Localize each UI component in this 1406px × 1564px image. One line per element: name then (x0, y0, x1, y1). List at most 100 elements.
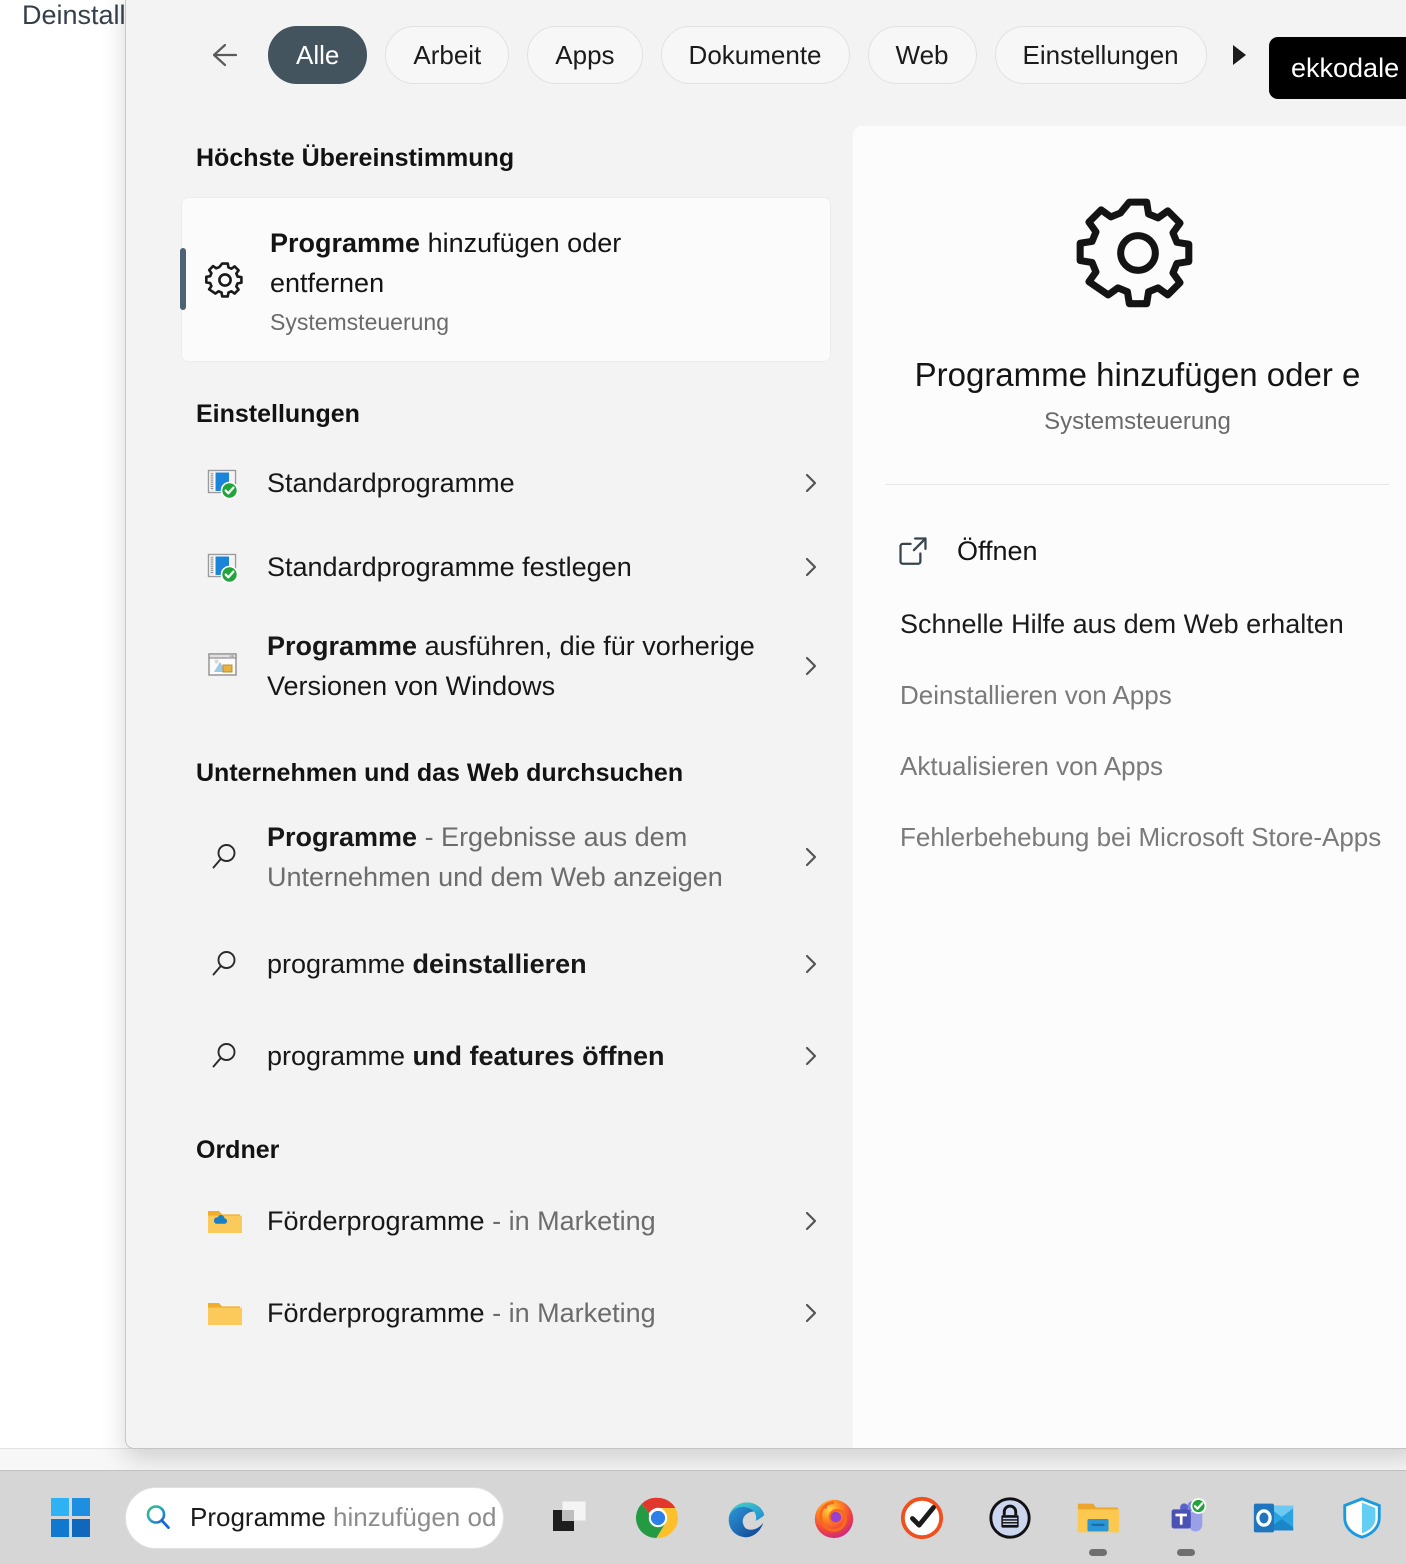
settings-row-standardprogramme[interactable]: Standardprogramme (181, 447, 831, 519)
taskbar-app-file-explorer[interactable] (1054, 1478, 1142, 1558)
best-match-text: Programme hinzufügen oder entfernen Syst… (268, 223, 670, 336)
web-row-label: programme deinstallieren (267, 944, 791, 984)
taskbar-app-task-view[interactable] (526, 1478, 614, 1558)
chevron-right-icon-wrap (791, 654, 831, 678)
help-heading: Schnelle Hilfe aus dem Web erhalten (900, 609, 1344, 639)
best-match-title: Programme hinzufügen oder entfernen (270, 223, 670, 303)
taskbar-app-todo-check[interactable] (878, 1478, 966, 1558)
help-link-update-apps[interactable]: Aktualisieren von Apps (900, 751, 1406, 782)
tab-web[interactable]: Web (867, 26, 977, 84)
folder-icon-wrap (181, 1296, 267, 1330)
chevron-right-icon-wrap (791, 845, 831, 869)
best-match-subtitle: Systemsteuerung (270, 309, 449, 335)
folder-row-name: Förderprogramme (267, 1298, 485, 1328)
taskbar-app-google-chrome[interactable] (614, 1478, 702, 1558)
taskbar-app-security-shield[interactable] (1318, 1478, 1406, 1558)
folder-row-name: Förderprogramme (267, 1206, 485, 1236)
todo-check-icon (900, 1496, 944, 1539)
web-row-label-bold: deinstallieren (412, 949, 587, 979)
start-button[interactable] (47, 1494, 95, 1542)
search-filter-header: Alle Arbeit Apps Dokumente Web Einstellu… (126, 0, 1406, 110)
taskbar-app-microsoft-edge[interactable] (702, 1478, 790, 1558)
back-button[interactable] (198, 31, 246, 79)
settings-row-compatibility[interactable]: Programme ausführen, die für vorherige V… (181, 617, 831, 715)
best-match-card[interactable]: Programme hinzufügen oder entfernen Syst… (180, 197, 831, 362)
chevron-right-icon-wrap (791, 1044, 831, 1068)
mozilla-firefox-icon (814, 1499, 854, 1538)
preview-panel: Programme hinzufügen oder e Systemsteuer… (853, 126, 1406, 1448)
settings-row-standardprogramme-festlegen[interactable]: Standardprogramme festlegen (181, 531, 831, 603)
taskbar-app-list (526, 1478, 1406, 1558)
tab-arbeit[interactable]: Arbeit (385, 26, 510, 84)
taskbar-app-keepass[interactable] (966, 1478, 1054, 1558)
settings-row-label: Standardprogramme (267, 468, 515, 498)
selection-indicator (180, 248, 186, 310)
search-icon (212, 844, 236, 869)
taskbar-search-box[interactable]: Programme hinzufügen od (125, 1486, 504, 1549)
folder-row-label: Förderprogramme - in Marketing (267, 1293, 791, 1333)
tab-alle[interactable]: Alle (268, 26, 368, 84)
preview-subtitle: Systemsteuerung (1044, 408, 1231, 435)
folder-row-foerderprogramme[interactable]: Förderprogramme - in Marketing (181, 1277, 831, 1349)
file-explorer-icon (1077, 1503, 1120, 1532)
web-row-label: Programme - Ergebnisse aus dem Unternehm… (267, 817, 791, 897)
microsoft-edge-icon (728, 1502, 765, 1537)
search-icon-wrap (181, 840, 267, 874)
filter-tabs: Alle Arbeit Apps Dokumente Web Einstellu… (268, 26, 1207, 84)
keepass-icon (989, 1496, 1031, 1539)
folder-onedrive-icon (208, 1211, 242, 1233)
tab-einstellungen[interactable]: Einstellungen (994, 26, 1207, 84)
search-flyout: Alle Arbeit Apps Dokumente Web Einstellu… (125, 0, 1406, 1449)
search-typed-text: Programme (190, 1502, 326, 1532)
background-window-statusbar (0, 1448, 1406, 1470)
more-tabs-button[interactable] (1217, 33, 1261, 77)
web-row-programme-features[interactable]: programme und features öffnen (181, 1020, 831, 1092)
web-row-programme-results[interactable]: Programme - Ergebnisse aus dem Unternehm… (181, 808, 831, 906)
web-row-label-bold: Programme (267, 822, 418, 852)
external-link-icon-wrap (883, 534, 943, 568)
google-chrome-icon (635, 1497, 679, 1538)
taskbar-app-microsoft-outlook[interactable] (1230, 1478, 1318, 1558)
section-title-folders: Ordner (196, 1136, 280, 1164)
chevron-right-icon (805, 847, 817, 867)
tab-apps[interactable]: Apps (527, 26, 643, 84)
best-match-icon-wrap (182, 259, 268, 301)
external-link-icon (899, 537, 927, 565)
chevron-right-icon-wrap (791, 952, 831, 976)
taskbar-app-microsoft-teams[interactable] (1142, 1478, 1230, 1558)
chevron-right-icon-wrap (791, 555, 831, 579)
chevron-right-icon (805, 1211, 817, 1231)
folder-row-location: - in Marketing (484, 1298, 656, 1328)
organization-badge: ekkodale Gm (1269, 37, 1406, 99)
web-row-label-plain: programme (267, 1041, 413, 1071)
search-icon (146, 1504, 170, 1529)
windows-start-icon (51, 1497, 90, 1537)
default-programs-icon (207, 469, 239, 500)
taskbar-app-mozilla-firefox[interactable] (790, 1478, 878, 1558)
settings-row-label-bold: Programme (267, 631, 418, 661)
preview-divider (886, 484, 1389, 485)
help-link-troubleshoot-store-apps[interactable]: Fehlerbehebung bei Microsoft Store-Apps (900, 822, 1406, 853)
web-row-label-bold: und features öffnen (412, 1041, 665, 1071)
chevron-right-icon (805, 1046, 817, 1066)
gear-icon (1076, 198, 1192, 308)
web-row-label: programme und features öffnen (267, 1036, 791, 1076)
tab-dokumente[interactable]: Dokumente (660, 26, 850, 84)
section-title-best-match: Höchste Übereinstimmung (196, 144, 515, 172)
web-row-programme-deinstallieren[interactable]: programme deinstallieren (181, 928, 831, 1000)
settings-row-label: Standardprogramme festlegen (267, 552, 632, 582)
help-link-uninstall-apps[interactable]: Deinstallieren von Apps (900, 680, 1406, 711)
microsoft-outlook-icon (1253, 1503, 1294, 1532)
folder-row-foerderprogramme-onedrive[interactable]: Förderprogramme - in Marketing (181, 1185, 831, 1257)
web-row-label-plain: programme (267, 949, 413, 979)
open-action[interactable]: Öffnen (883, 521, 1406, 581)
running-indicator (1089, 1548, 1107, 1556)
search-icon (212, 951, 236, 976)
default-programs-icon (207, 553, 239, 584)
running-indicator (1177, 1548, 1195, 1556)
default-programs-icon-wrap (181, 465, 267, 501)
settings-row-label: Programme ausführen, die für vorherige V… (267, 626, 791, 706)
screen: Deinstall Alle Arbeit Apps Dokumente Web… (0, 0, 1406, 1564)
chevron-right-icon (805, 954, 817, 974)
back-arrow-icon (212, 43, 238, 67)
